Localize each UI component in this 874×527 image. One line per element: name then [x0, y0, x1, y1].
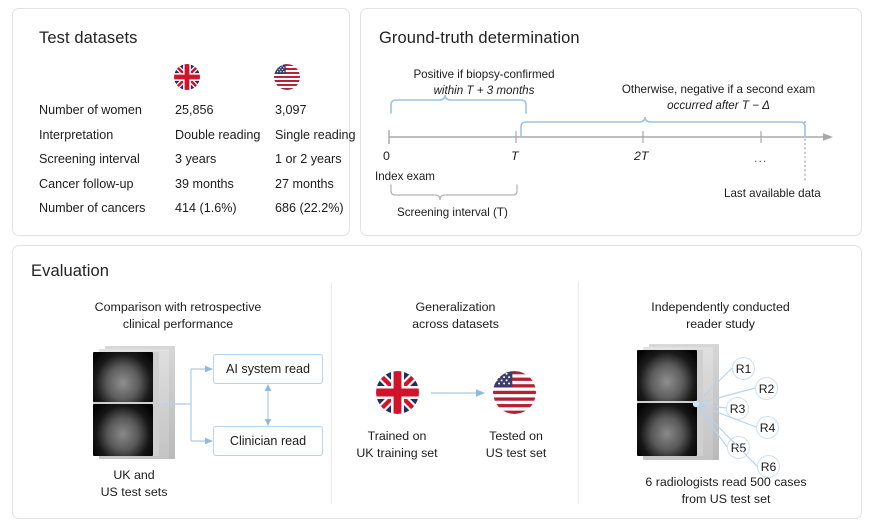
table-row: Number of cancers 414 (1.6%) 686 (22.2%): [39, 201, 339, 226]
row-value-uk: 414 (1.6%): [175, 201, 275, 215]
row-value-uk: 25,856: [175, 103, 275, 117]
page-title-ground-truth: Ground-truth determination: [379, 29, 580, 48]
reader-label-r1: R1: [736, 362, 752, 376]
test-datasets-panel: Test datasets: [12, 8, 350, 236]
row-value-uk: 3 years: [175, 152, 275, 166]
screening-interval-label: Screening interval (T): [397, 205, 508, 221]
row-label: Number of women: [39, 103, 175, 117]
row-value-us: 686 (22.2%): [275, 201, 344, 215]
ground-truth-panel: Ground-truth determination Positive if b…: [360, 8, 862, 236]
reader-circle-r3: R3: [726, 397, 749, 420]
tick-label-2T: 2T: [634, 149, 648, 163]
row-label: Screening interval: [39, 152, 175, 166]
table-row: Cancer follow-up 39 months 27 months: [39, 177, 339, 202]
page-title-evaluation: Evaluation: [31, 262, 109, 281]
row-value-us: Single reading: [275, 128, 356, 142]
trained-on-caption: Trained on UK training set: [347, 428, 447, 461]
negative-criterion-text: Otherwise, negative if a second exam occ…: [586, 82, 851, 113]
reader-study-caption: 6 radiologists read 500 cases from US te…: [611, 474, 841, 507]
clinician-read-label: Clinician read: [230, 434, 306, 448]
ai-system-read-label: AI system read: [226, 362, 310, 376]
row-label: Interpretation: [39, 128, 175, 142]
reader-label-r4: R4: [760, 421, 776, 435]
positive-criterion-text: Positive if biopsy-confirmed within T + …: [379, 67, 589, 98]
uk-flag-icon: [174, 64, 200, 90]
column-heading-reader-study: Independently conducted reader study: [608, 299, 833, 332]
column-divider-2: [578, 282, 579, 504]
page-title-test-datasets: Test datasets: [39, 29, 138, 48]
evaluation-panel: Evaluation Comparison with retrospective…: [12, 245, 862, 519]
column-divider-1: [331, 282, 332, 504]
reader-label-r2: R2: [759, 382, 775, 396]
table-row: Screening interval 3 years 1 or 2 years: [39, 152, 339, 177]
reader-label-r3: R3: [730, 402, 746, 416]
tick-label-T: T: [511, 149, 519, 163]
uk-flag-icon: [376, 371, 419, 414]
tick-label-ellipsis: ...: [754, 151, 767, 165]
tick-label-0: 0: [383, 149, 390, 163]
row-value-us: 1 or 2 years: [275, 152, 342, 166]
reader-circle-r2: R2: [755, 377, 778, 400]
reader-label-r6: R6: [761, 460, 777, 474]
column-heading-generalization: Generalization across datasets: [353, 299, 558, 332]
row-label: Number of cancers: [39, 201, 175, 215]
mammogram-stack-uk-us: [89, 346, 175, 461]
table-row: Interpretation Double reading Single rea…: [39, 128, 339, 153]
row-value-us: 27 months: [275, 177, 339, 191]
datasets-table: Number of women 25,856 3,097 Interpretat…: [39, 103, 339, 226]
ai-system-read-box[interactable]: AI system read: [213, 354, 323, 384]
reader-circle-r5: R5: [727, 436, 750, 459]
row-label: Cancer follow-up: [39, 177, 175, 191]
tested-on-caption: Tested on US test set: [466, 428, 566, 461]
mammogram-stack-reader-study: [633, 344, 719, 462]
last-available-data-label: Last available data: [724, 186, 821, 202]
us-flag-icon: [274, 64, 300, 90]
row-value-uk: 39 months: [175, 177, 275, 191]
reader-label-r5: R5: [731, 441, 747, 455]
reader-circle-r4: R4: [756, 416, 779, 439]
index-exam-label: Index exam: [375, 169, 435, 185]
us-flag-icon: [493, 371, 536, 414]
clinician-read-box[interactable]: Clinician read: [213, 426, 323, 456]
reader-circle-r1: R1: [732, 357, 755, 380]
row-value-uk: Double reading: [175, 128, 275, 142]
column-heading-comparison: Comparison with retrospective clinical p…: [53, 299, 303, 332]
table-row: Number of women 25,856 3,097: [39, 103, 339, 128]
row-value-us: 3,097: [275, 103, 339, 117]
uk-us-test-sets-caption: UK and US test sets: [59, 467, 209, 500]
